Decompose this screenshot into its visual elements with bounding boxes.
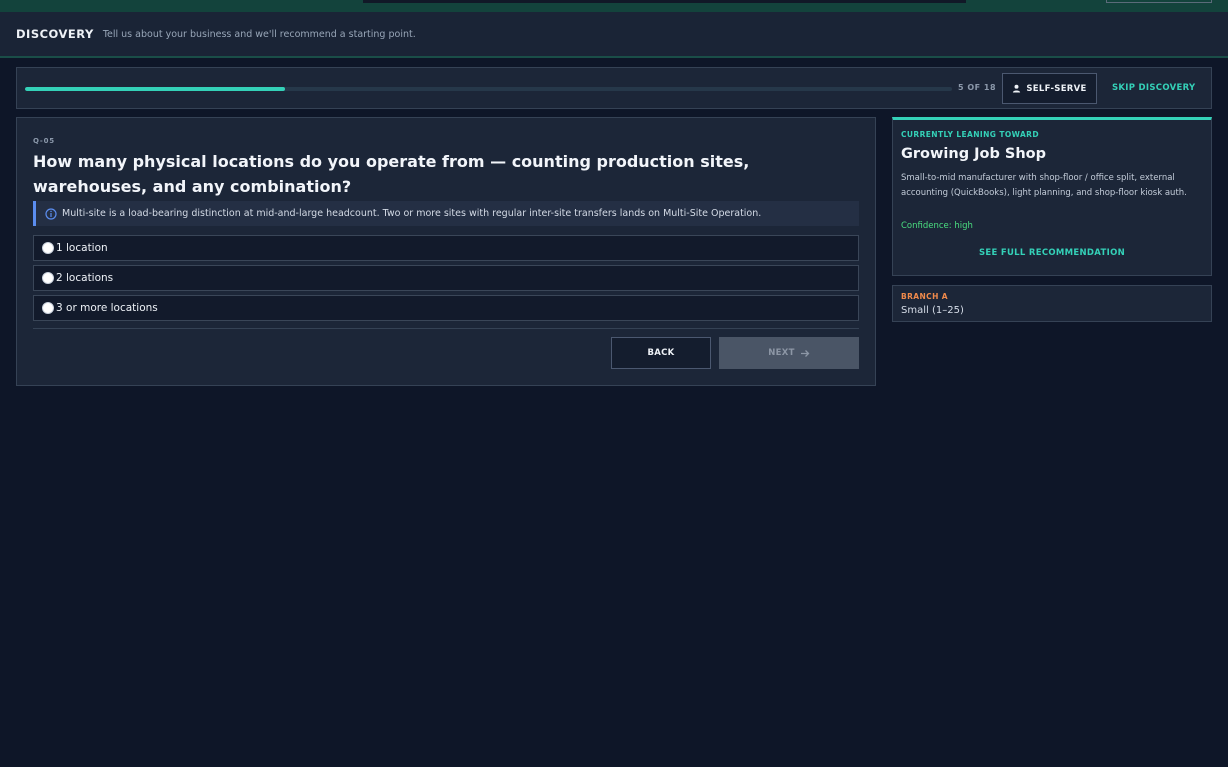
branch-panel: BRANCH A Small (1–25) xyxy=(892,285,1212,322)
back-button[interactable]: BACK xyxy=(611,337,711,369)
progress-fill xyxy=(25,87,285,91)
option-3-or-more-locations[interactable]: 3 or more locations xyxy=(33,295,859,321)
progress-panel: 5 OF 18 SELF-SERVE SKIP DISCOVERY xyxy=(16,67,1212,109)
page-title: DISCOVERY xyxy=(16,27,94,41)
next-label: NEXT xyxy=(768,348,795,358)
self-serve-button[interactable]: SELF-SERVE xyxy=(1002,73,1097,104)
info-text: Multi-site is a load-bearing distinction… xyxy=(62,208,762,219)
arrow-right-icon xyxy=(800,349,810,357)
info-icon xyxy=(45,207,57,220)
radio-button[interactable] xyxy=(42,242,54,254)
radio-button[interactable] xyxy=(42,302,54,314)
radio-button[interactable] xyxy=(42,272,54,284)
question-id: Q-05 xyxy=(33,137,55,145)
see-full-recommendation-link[interactable]: SEE FULL RECOMMENDATION xyxy=(893,248,1211,258)
person-icon xyxy=(1013,84,1021,93)
skip-discovery-link[interactable]: SKIP DISCOVERY xyxy=(1112,83,1195,93)
option-label: 3 or more locations xyxy=(56,302,158,314)
progress-track xyxy=(25,87,952,91)
leaning-title: Growing Job Shop xyxy=(901,146,1047,162)
branch-value: Small (1–25) xyxy=(901,305,964,316)
question-text: How many physical locations do you opera… xyxy=(33,152,750,196)
branch-label: BRANCH A xyxy=(901,292,948,301)
option-label: 2 locations xyxy=(56,272,114,284)
self-serve-label: SELF-SERVE xyxy=(1026,83,1087,94)
option-2-locations[interactable]: 2 locations xyxy=(33,265,859,291)
option-1-location[interactable]: 1 location xyxy=(33,235,859,261)
question-panel: Q-05 How many physical locations do you … xyxy=(16,117,876,386)
leaning-label: CURRENTLY LEANING TOWARD xyxy=(901,130,1039,139)
top-strip-bar xyxy=(363,0,966,3)
top-strip xyxy=(0,0,1228,12)
option-label: 1 location xyxy=(56,242,108,254)
confidence-text: Confidence: high xyxy=(901,221,973,231)
page-subtitle: Tell us about your business and we'll re… xyxy=(102,28,416,40)
back-label: BACK xyxy=(647,348,675,358)
progress-counter: 5 OF 18 xyxy=(958,83,997,92)
leaning-panel: CURRENTLY LEANING TOWARD Growing Job Sho… xyxy=(892,117,1212,276)
leaning-description: Small-to-mid manufacturer with shop-floo… xyxy=(901,173,1187,198)
top-strip-button[interactable] xyxy=(1106,0,1212,3)
divider xyxy=(33,328,859,329)
next-button[interactable]: NEXT xyxy=(719,337,859,369)
page-header: DISCOVERY Tell us about your business an… xyxy=(0,12,1228,58)
info-callout: Multi-site is a load-bearing distinction… xyxy=(33,201,859,226)
